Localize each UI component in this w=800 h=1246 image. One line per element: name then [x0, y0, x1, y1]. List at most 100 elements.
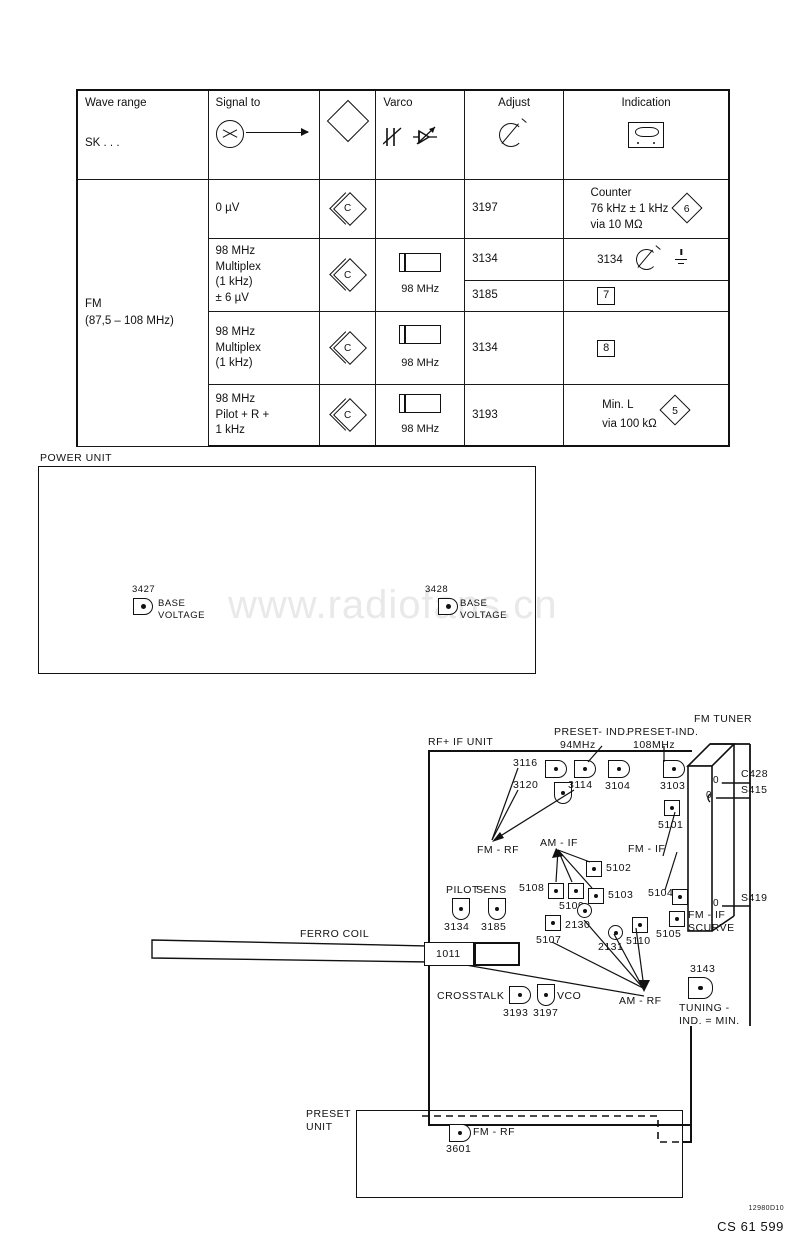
test-point-3428-label-1: BASE	[460, 598, 488, 609]
test-point-3428-label-2: VOLTAGE	[460, 610, 507, 621]
test-point-3428[interactable]	[438, 598, 458, 615]
power-unit-title: POWER UNIT	[40, 452, 113, 464]
cell-varco-row4: 98 MHz	[375, 311, 466, 386]
connector-c-icon: C	[328, 331, 367, 366]
test-point-3428-id: 3428	[425, 584, 449, 595]
adjust-value: 3193	[472, 408, 498, 421]
signal-line-3: (1 kHz)	[215, 357, 253, 370]
rf-if-right-drop	[690, 1026, 692, 1142]
label-5103: 5103	[608, 889, 634, 901]
terminal-zero-s419: 0	[713, 898, 720, 909]
screwdriver-adjust-icon	[499, 117, 529, 150]
badge-number: 5	[672, 404, 678, 417]
coil-icon	[399, 325, 442, 345]
indication-badge-6: 6	[671, 192, 703, 224]
document-code-small: 12980D10	[748, 1205, 784, 1212]
trimmer-5103[interactable]	[588, 888, 604, 904]
coil-3134[interactable]	[452, 898, 470, 920]
header-connector-col	[318, 89, 377, 180]
connector-c-icon: C	[328, 258, 367, 293]
cell-adjust-row5: 3193	[464, 384, 565, 448]
preset-unit-title-1: PRESET	[306, 1108, 352, 1120]
signal-line-2: Multiplex	[215, 260, 261, 273]
preset-unit-dashed-link	[422, 1115, 688, 1143]
trimmer-2130[interactable]	[577, 903, 592, 918]
connector-c-icon: C	[328, 398, 367, 433]
group-label-tuning-2: IND. = MIN.	[679, 1015, 740, 1027]
ferrite-right-edge	[474, 942, 476, 966]
table-row: FM (87,5 – 108 MHz) 0 µV C 3197 Counter	[75, 178, 731, 447]
label-3143: 3143	[690, 963, 716, 975]
diamond-icon	[326, 99, 369, 143]
indication-badge-8: 8	[597, 339, 616, 357]
coil-3193[interactable]	[509, 986, 531, 1004]
ground-icon	[671, 248, 691, 267]
coil-icon	[399, 393, 442, 413]
group-label-fm-if-scurve-2: SCURVE	[688, 922, 735, 934]
indication-line-3: via 10 MΩ	[590, 219, 643, 232]
signal-line-2: Multiplex	[215, 341, 261, 354]
test-point-3427-label-1: BASE	[158, 598, 186, 609]
label-3185: 3185	[481, 921, 507, 933]
coil-3185[interactable]	[488, 898, 506, 920]
signal-line-2: Pilot + R +	[215, 408, 270, 421]
signal-line-1: 98 MHz	[215, 326, 256, 339]
terminal-zero-s415: 0	[706, 790, 713, 801]
rf-if-unit-title: RF+ IF UNIT	[428, 736, 494, 748]
power-unit-box	[38, 466, 536, 674]
varco-freq: 98 MHz	[401, 357, 440, 370]
cell-wave-range-fm: FM (87,5 – 108 MHz)	[75, 179, 209, 447]
cell-connector-row2: C	[318, 238, 377, 313]
alignment-table: Wave range SK . . . Signal to Varco Adju…	[75, 89, 731, 448]
cell-adjust-row4: 3134	[464, 311, 565, 386]
trimmer-5105[interactable]	[669, 911, 685, 927]
fm-tuner-title: FM TUNER	[694, 713, 753, 725]
connector-letter: C	[343, 409, 352, 421]
service-manual-page: www.radiofans.cn Wave range SK . . . Sig…	[0, 0, 800, 1246]
header-indication: Indication	[563, 89, 731, 180]
test-point-3427-label-2: VOLTAGE	[158, 610, 205, 621]
cell-varco-row2: 98 MHz	[375, 238, 466, 313]
coil-icon	[399, 253, 442, 273]
signal-line-1: 98 MHz	[215, 245, 256, 258]
connector-letter: C	[343, 342, 352, 354]
header-sk-label: SK . . .	[85, 136, 120, 149]
indication-line-1: Counter	[590, 187, 632, 199]
adjust-value: 3185	[472, 289, 498, 302]
varco-svg	[382, 126, 438, 146]
coil-3143[interactable]	[688, 977, 713, 999]
cell-indication-row2: 3134	[563, 238, 731, 281]
indication-badge-5: 5	[659, 394, 691, 426]
label-3197: 3197	[533, 1007, 559, 1019]
cell-signal-row2: 98 MHz Multiplex (1 kHz) ± 6 µV	[207, 238, 320, 313]
cell-adjust-row1: 3197	[464, 178, 565, 240]
label-3193: 3193	[503, 1007, 529, 1019]
label-5102: 5102	[606, 862, 632, 874]
connector-letter: C	[343, 269, 352, 281]
signal-line-3: 1 kHz	[215, 424, 245, 437]
header-indication-label: Indication	[621, 97, 671, 109]
signal-value: 0 µV	[215, 202, 240, 215]
ferro-coil-shape	[151, 939, 431, 963]
signal-generator-icon	[215, 118, 312, 158]
label-5108: 5108	[519, 882, 545, 894]
header-adjust-label: Adjust	[498, 97, 531, 109]
signal-line-3: (1 kHz)	[215, 276, 253, 289]
cell-signal-row4: 98 MHz Multiplex (1 kHz)	[207, 311, 320, 386]
adjust-value: 3134	[472, 341, 498, 354]
test-point-3427[interactable]	[133, 598, 153, 615]
label-1011: 1011	[436, 948, 461, 960]
group-label-tuning-1: TUNING -	[679, 1002, 730, 1014]
cell-indication-row5: Min. L via 100 kΩ 5	[563, 384, 731, 448]
indication-value: 3134	[597, 253, 623, 266]
cell-indication-row1: Counter 76 kHz ± 1 kHz via 10 MΩ 6	[563, 178, 731, 240]
am-rf-leaders	[551, 920, 650, 992]
cell-signal-row5: 98 MHz Pilot + R + 1 kHz	[207, 384, 320, 448]
group-label-sens: SENS	[476, 884, 507, 896]
table-header-row: Wave range SK . . . Signal to Varco Adju…	[75, 89, 731, 180]
ferrite-ext-right	[518, 942, 520, 966]
preset-ind-108-line1: PRESET-IND.	[627, 726, 699, 738]
header-varco-label: Varco	[383, 97, 413, 109]
fm-rf-leaders	[491, 767, 575, 842]
cell-adjust-row3: 3185	[464, 279, 565, 313]
